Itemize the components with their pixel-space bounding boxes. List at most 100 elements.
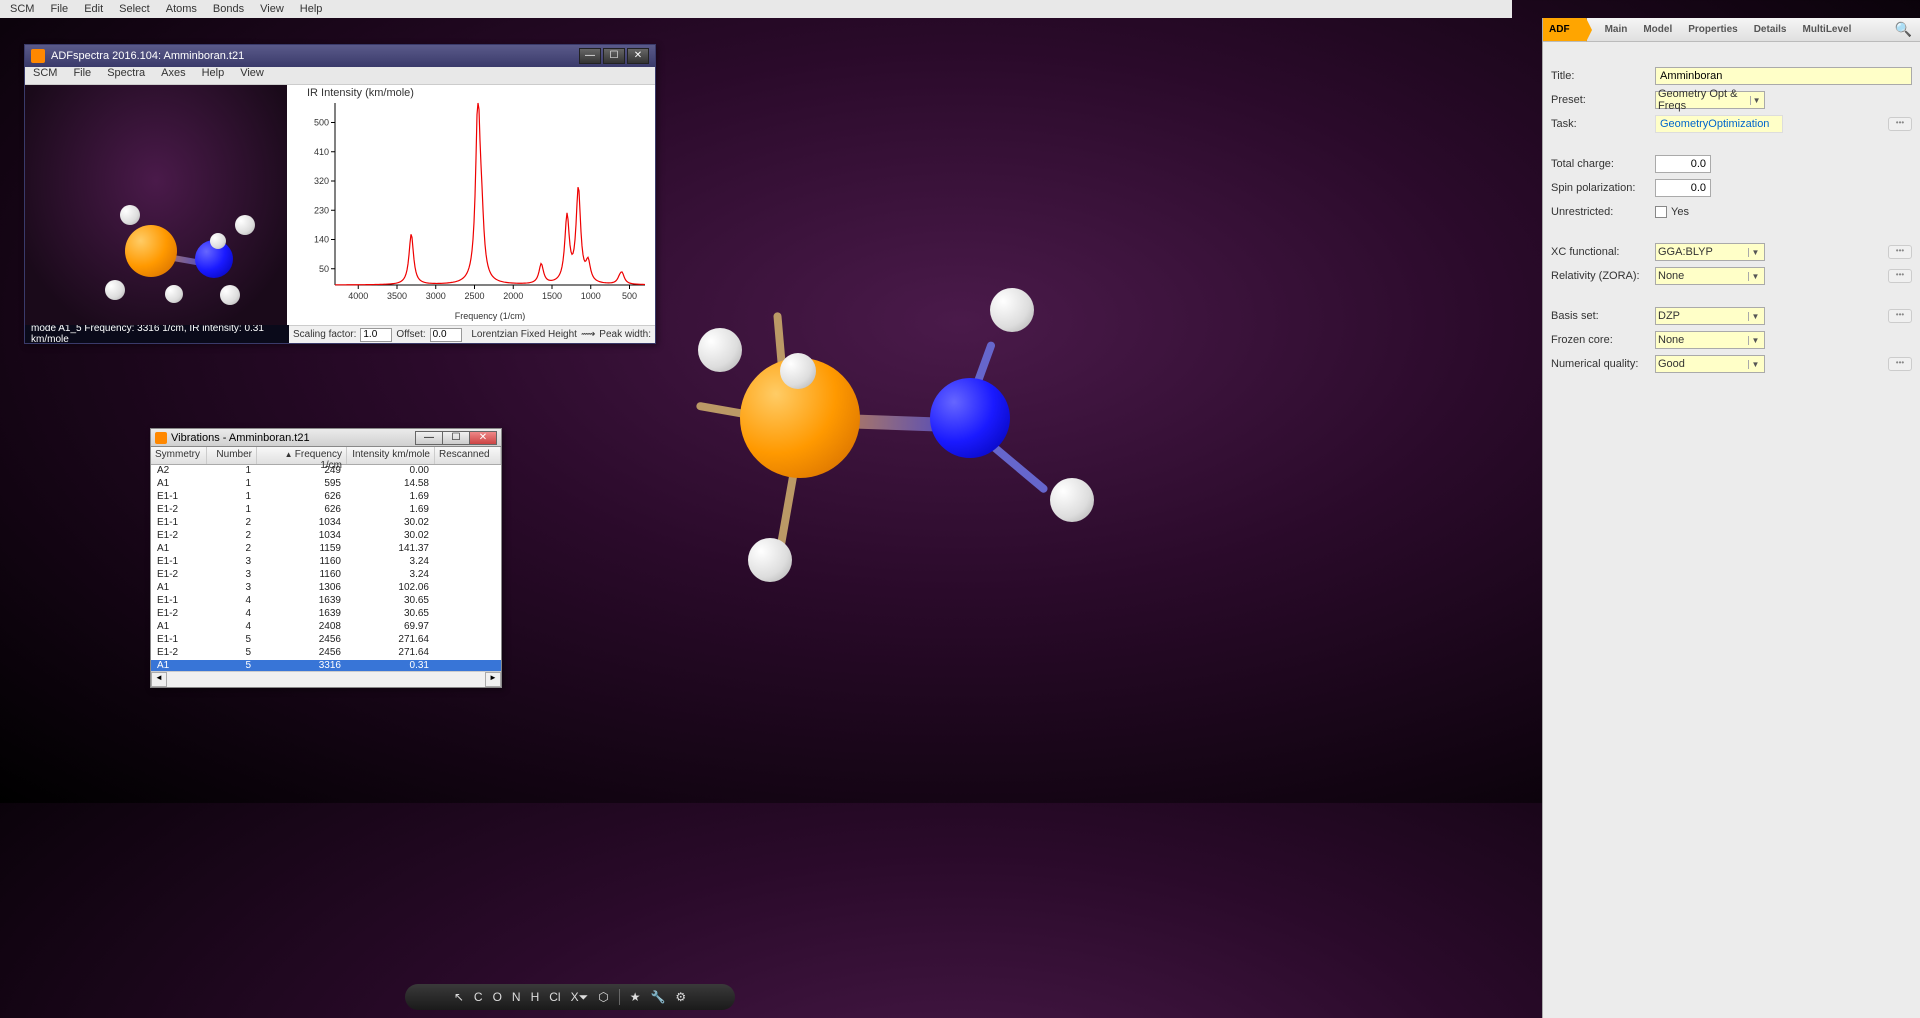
basis-select[interactable]: DZP▼ [1655,307,1765,325]
relativity-select[interactable]: None▼ [1655,267,1765,285]
tab-main[interactable]: Main [1597,18,1636,41]
tool-5[interactable]: Cl [549,990,560,1004]
svg-text:230: 230 [314,205,329,215]
minimize-button[interactable]: — [415,431,443,445]
offset-input[interactable] [430,328,462,342]
tab-model[interactable]: Model [1635,18,1680,41]
shape-icon[interactable]: ⟿ [581,329,595,340]
spectra-menu-axes[interactable]: Axes [153,67,193,84]
table-row[interactable]: E1-12103430.02 [151,517,501,530]
xc-select[interactable]: GGA:BLYP▼ [1655,243,1765,261]
table-row[interactable]: E1-116261.69 [151,491,501,504]
tool-10[interactable]: 🔧 [650,990,665,1004]
col-rescanned[interactable]: Rescanned [435,447,501,464]
tool-4[interactable]: H [531,990,540,1004]
horizontal-scrollbar[interactable]: ◄ ► [151,671,501,687]
minimize-button[interactable]: — [579,48,601,64]
table-row[interactable]: E1-14163930.65 [151,595,501,608]
preset-select[interactable]: Geometry Opt & Freqs▼ [1655,91,1765,109]
tool-1[interactable]: C [474,990,483,1004]
col-intensity[interactable]: Intensity km/mole [347,447,435,464]
col-number[interactable]: Number [207,447,257,464]
table-row[interactable]: E1-24163930.65 [151,608,501,621]
unrestricted-checkbox[interactable] [1655,206,1667,218]
spectra-menu-help[interactable]: Help [194,67,233,84]
tab-adf[interactable]: ADF [1543,18,1587,41]
tool-2[interactable]: O [493,990,502,1004]
menu-scm[interactable]: SCM [2,3,42,15]
element-toolbar[interactable]: ↖ CONH Cl X⏷ ⬡ ★ 🔧 ⚙ [405,984,735,1010]
table-row[interactable]: A131306102.06 [151,582,501,595]
more-icon[interactable]: ••• [1888,117,1912,131]
table-row[interactable]: A212490.00 [151,465,501,478]
spectra-menu-spectra[interactable]: Spectra [99,67,153,84]
table-row[interactable]: A14240869.97 [151,621,501,634]
more-icon[interactable]: ••• [1888,357,1912,371]
more-icon[interactable]: ••• [1888,245,1912,259]
tool-3[interactable]: N [512,990,521,1004]
atom-hydrogen[interactable] [1050,478,1094,522]
table-row[interactable]: E1-252456271.64 [151,647,501,660]
menu-file[interactable]: File [42,3,76,15]
spectra-menu-view[interactable]: View [232,67,272,84]
app-icon [31,49,45,63]
tab-details[interactable]: Details [1746,18,1795,41]
tool-0[interactable]: ↖ [454,990,464,1004]
vibrations-rows[interactable]: A212490.00A1159514.58E1-116261.69E1-2162… [151,465,501,671]
menu-bonds[interactable]: Bonds [205,3,252,15]
tool-7[interactable]: ⬡ [598,990,608,1004]
table-row[interactable]: A1533160.31 [151,660,501,671]
menu-select[interactable]: Select [111,3,158,15]
col-frequency[interactable]: ▲ Frequency 1/cm [257,447,347,464]
tab-multilevel[interactable]: MultiLevel [1795,18,1860,41]
col-symmetry[interactable]: Symmetry [151,447,207,464]
tool-9[interactable]: ★ [630,990,641,1004]
tab-properties[interactable]: Properties [1680,18,1745,41]
numq-select[interactable]: Good▼ [1655,355,1765,373]
title-input[interactable] [1655,67,1912,85]
menu-atoms[interactable]: Atoms [158,3,205,15]
tool-11[interactable]: ⚙ [675,990,686,1004]
spectra-menu-file[interactable]: File [65,67,99,84]
vibrations-titlebar[interactable]: Vibrations - Amminboran.t21 — ☐ ✕ [151,429,501,447]
scaling-input[interactable] [360,328,392,342]
menu-edit[interactable]: Edit [76,3,111,15]
svg-text:Frequency (1/cm): Frequency (1/cm) [455,311,526,321]
atom-hydrogen[interactable] [780,353,816,389]
spectra-window[interactable]: ADFspectra 2016.104: Amminboran.t21 — ☐ … [24,44,656,344]
atom-nitrogen[interactable] [930,378,1010,458]
table-row[interactable]: E1-216261.69 [151,504,501,517]
search-icon[interactable]: 🔍 [1887,21,1920,38]
table-row[interactable]: E1-22103430.02 [151,530,501,543]
scroll-left-icon[interactable]: ◄ [151,672,167,687]
menu-view[interactable]: View [252,3,292,15]
more-icon[interactable]: ••• [1888,309,1912,323]
table-row[interactable]: A121159141.37 [151,543,501,556]
atom-hydrogen[interactable] [748,538,792,582]
atom-hydrogen[interactable] [698,328,742,372]
table-row[interactable]: E1-2311603.24 [151,569,501,582]
task-link[interactable]: GeometryOptimization [1655,115,1783,133]
table-row[interactable]: A1159514.58 [151,478,501,491]
close-button[interactable]: ✕ [469,431,497,445]
more-icon[interactable]: ••• [1888,269,1912,283]
spectra-titlebar[interactable]: ADFspectra 2016.104: Amminboran.t21 — ☐ … [25,45,655,67]
frozen-select[interactable]: None▼ [1655,331,1765,349]
menu-help[interactable]: Help [292,3,331,15]
atom-hydrogen[interactable] [990,288,1034,332]
vibrations-window[interactable]: Vibrations - Amminboran.t21 — ☐ ✕ Symmet… [150,428,502,688]
table-row[interactable]: E1-1311603.24 [151,556,501,569]
table-row[interactable]: E1-152456271.64 [151,634,501,647]
spin-input[interactable] [1655,179,1711,197]
maximize-button[interactable]: ☐ [603,48,625,64]
close-button[interactable]: ✕ [627,48,649,64]
spectra-molecule-view[interactable] [25,85,287,325]
vibrations-header[interactable]: Symmetry Number ▲ Frequency 1/cm Intensi… [151,447,501,465]
scroll-right-icon[interactable]: ► [485,672,501,687]
charge-input[interactable] [1655,155,1711,173]
tool-6[interactable]: X⏷ [571,990,589,1005]
ir-spectrum-chart[interactable]: IR Intensity (km/mole) 50140230320410500… [287,85,655,325]
maximize-button[interactable]: ☐ [442,431,470,445]
atom-hydrogen [220,285,240,305]
spectra-menu-scm[interactable]: SCM [25,67,65,84]
